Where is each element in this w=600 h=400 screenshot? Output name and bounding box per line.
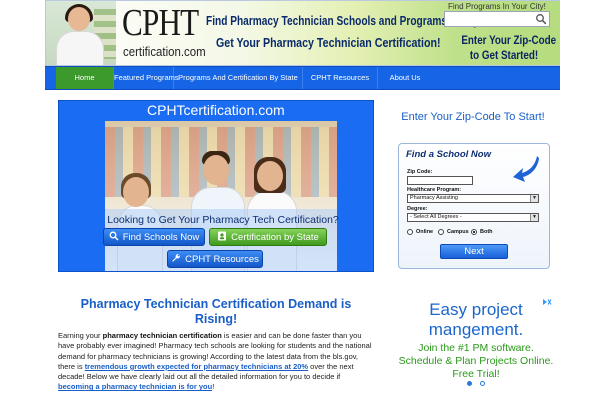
site-logo[interactable]: CPHT — [122, 2, 199, 44]
chevron-down-icon: ▼ — [530, 195, 538, 202]
chevron-down-icon: ▼ — [530, 214, 538, 221]
hero-banner: CPHTcertification.com Looking to Get You… — [58, 100, 374, 272]
radio-button-selected-icon[interactable] — [471, 229, 477, 235]
banner-headline: Looking to Get Your Pharmacy Tech Certif… — [107, 214, 339, 226]
search-icon[interactable] — [535, 13, 547, 25]
article-title: Pharmacy Technician Certification Demand… — [80, 297, 352, 326]
radio-button-icon[interactable] — [438, 229, 444, 235]
ad-body[interactable]: Join the #1 PM software. Schedule & Plan… — [398, 342, 554, 381]
next-button[interactable]: Next — [440, 244, 508, 259]
site-logo-subtitle[interactable]: certification.com — [123, 44, 206, 60]
arrow-down-left-icon — [513, 156, 539, 182]
radio-both[interactable]: Both — [471, 229, 493, 235]
advertisement[interactable]: Easy project mangement. Join the #1 PM s… — [398, 298, 554, 390]
article-body: Earning your pharmacy technician certifi… — [58, 331, 374, 393]
growth-link[interactable]: tremendous growth expected for pharmacy … — [85, 362, 308, 371]
header-tagline-2: Get Your Pharmacy Technician Certificati… — [216, 35, 441, 50]
radio-online-label: Online — [416, 229, 434, 235]
nav-item-home[interactable]: Home — [56, 67, 114, 89]
radio-campus[interactable]: Campus — [438, 229, 469, 235]
header-zip-cta-line-2: to Get Started! — [469, 48, 539, 62]
radio-online[interactable]: Online — [407, 229, 433, 235]
header-tagline-1: Find Pharmacy Technician Schools and Pro… — [206, 13, 483, 28]
radio-button-icon[interactable] — [407, 229, 413, 235]
header-search-input[interactable] — [444, 11, 550, 27]
header-zip-cta-line-1: Enter Your Zip-Code — [461, 33, 557, 47]
pharmacist-photo — [46, 1, 116, 65]
cpht-resources-label: CPHT Resources — [185, 254, 259, 265]
banner-title: CPHTcertification.com — [147, 102, 285, 118]
school-search-form: Find a School Now Zip Code: Healthcare P… — [398, 143, 550, 269]
wrench-icon — [172, 254, 181, 262]
search-icon — [109, 231, 119, 241]
sidebar-heading: Enter Your Zip-Code To Start! — [401, 111, 545, 123]
article-emphasis: pharmacy technician certification — [102, 331, 222, 340]
user-badge-icon — [218, 231, 227, 241]
article-text: Earning your — [58, 331, 103, 340]
certification-by-state-button[interactable]: Certification by State — [209, 228, 327, 246]
nav-item-cpht-resources[interactable]: CPHT Resources — [303, 67, 378, 89]
nav-item-programs-by-state[interactable]: Programs And Certification By State — [174, 67, 303, 89]
radio-both-label: Both — [480, 229, 493, 235]
degree-label: Degree: — [407, 206, 428, 212]
ad-title[interactable]: Easy project mangement. — [398, 300, 554, 340]
becoming-tech-link[interactable]: becoming a pharmacy technician is for yo… — [58, 382, 212, 391]
nav-list: Home Featured Programs Programs And Cert… — [45, 67, 560, 89]
nav-item-featured-programs[interactable]: Featured Programs — [114, 67, 179, 89]
degree-value: - Select All Degrees - — [410, 214, 462, 220]
cpht-resources-button[interactable]: CPHT Resources — [167, 250, 263, 268]
article-text: ! — [212, 382, 215, 392]
nav-item-about-us[interactable]: About Us — [378, 67, 432, 89]
healthcare-program-label: Healthcare Program: — [407, 187, 462, 193]
main-navigation: Home Featured Programs Programs And Cert… — [45, 66, 560, 90]
form-title: Find a School Now — [406, 149, 491, 160]
certification-by-state-label: Certification by State — [231, 232, 319, 243]
site-header: CPHT certification.com Find Pharmacy Tec… — [45, 0, 560, 66]
ad-pager-dot-active[interactable] — [467, 381, 472, 386]
find-schools-button[interactable]: Find Schools Now — [103, 228, 205, 246]
find-schools-label: Find Schools Now — [122, 232, 200, 243]
healthcare-program-value: Pharmacy Assisting — [410, 195, 458, 201]
zip-code-input[interactable] — [407, 176, 473, 185]
header-search-label: Find Programs In Your City! — [448, 2, 546, 11]
radio-campus-label: Campus — [447, 229, 469, 235]
header-zip-cta: Enter Your Zip-Code to Get Started! — [461, 33, 557, 63]
healthcare-program-select[interactable]: Pharmacy Assisting ▼ — [407, 194, 539, 203]
degree-select[interactable]: - Select All Degrees - ▼ — [407, 213, 539, 222]
zip-code-label: Zip Code: — [407, 169, 433, 175]
ad-pager-dot[interactable] — [480, 381, 485, 386]
